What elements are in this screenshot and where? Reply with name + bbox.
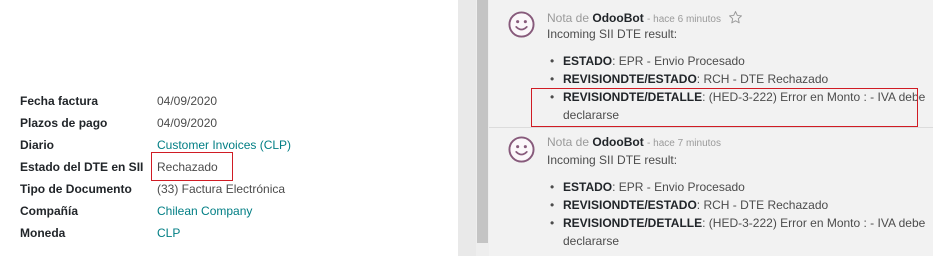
- chatter-message: Nota de OdooBot - hace 6 minutos Incomin…: [489, 0, 933, 127]
- bullet-key: ESTADO: [563, 180, 613, 194]
- chatter-message: Nota de OdooBot - hace 7 minutos Incomin…: [489, 128, 933, 256]
- bullet-key: ESTADO: [563, 54, 613, 68]
- field-value-compania-link[interactable]: Chilean Company: [157, 204, 252, 218]
- field-value-fecha-factura: 04/09/2020: [157, 94, 218, 108]
- scrollbar-thumb[interactable]: [477, 0, 488, 243]
- bullet-text: : RCH - DTE Rechazado: [696, 72, 829, 86]
- estado-highlight-box: [151, 152, 233, 181]
- message-author[interactable]: OdooBot: [592, 11, 643, 25]
- chatter-panel: Nota de OdooBot - hace 6 minutos Incomin…: [489, 0, 933, 256]
- field-value-diario-link[interactable]: Customer Invoices (CLP): [157, 138, 291, 152]
- note-prefix: Nota de: [547, 11, 590, 25]
- field-value-tipo-documento: (33) Factura Electrónica: [157, 182, 286, 196]
- message-header: Nota de OdooBot - hace 7 minutos: [547, 135, 721, 149]
- field-label: Tipo de Documento: [20, 182, 132, 196]
- message-intro: Incoming SII DTE result:: [547, 153, 678, 167]
- list-item: REVISIONDTE/DETALLE: (HED-3-222) Error e…: [547, 214, 933, 250]
- bullet-text: : EPR - Envio Procesado: [612, 180, 745, 194]
- message-intro: Incoming SII DTE result:: [547, 27, 678, 41]
- list-item: REVISIONDTE/ESTADO: RCH - DTE Rechazado: [547, 196, 933, 214]
- field-label: Compañía: [20, 204, 79, 218]
- field-value-moneda-link[interactable]: CLP: [157, 226, 180, 240]
- bullet-text: : RCH - DTE Rechazado: [696, 198, 829, 212]
- field-label: Fecha factura: [20, 94, 99, 108]
- message-author[interactable]: OdooBot: [592, 135, 643, 149]
- smiley-face-icon: [508, 136, 535, 163]
- form-sheet: Fecha factura 04/09/2020 Plazos de pago …: [0, 0, 458, 256]
- list-item: REVISIONDTE/ESTADO: RCH - DTE Rechazado: [547, 70, 933, 88]
- message-time: - hace 7 minutos: [647, 138, 721, 149]
- field-label: Plazos de pago: [20, 116, 108, 130]
- field-value-plazos-de-pago: 04/09/2020: [157, 116, 218, 130]
- star-outline-icon[interactable]: [728, 10, 743, 25]
- smiley-face-icon: [508, 11, 535, 38]
- bullet-key: REVISIONDTE/ESTADO: [563, 198, 697, 212]
- list-item: ESTADO: EPR - Envio Procesado: [547, 52, 933, 70]
- detalle-highlight-box: [531, 88, 918, 127]
- message-header: Nota de OdooBot - hace 6 minutos: [547, 10, 743, 25]
- list-item: ESTADO: EPR - Envio Procesado: [547, 178, 933, 196]
- bullet-key: REVISIONDTE/ESTADO: [563, 72, 697, 86]
- message-time: - hace 6 minutos: [647, 14, 721, 25]
- field-label: Moneda: [20, 226, 66, 240]
- field-label: Diario: [20, 138, 55, 152]
- bullet-key: REVISIONDTE/DETALLE: [563, 216, 703, 230]
- bullet-text: : EPR - Envio Procesado: [612, 54, 745, 68]
- field-label: Estado del DTE en SII: [20, 160, 144, 174]
- panel-divider: [458, 0, 476, 256]
- note-prefix: Nota de: [547, 135, 590, 149]
- message-bullets: ESTADO: EPR - Envio Procesado REVISIONDT…: [547, 178, 933, 250]
